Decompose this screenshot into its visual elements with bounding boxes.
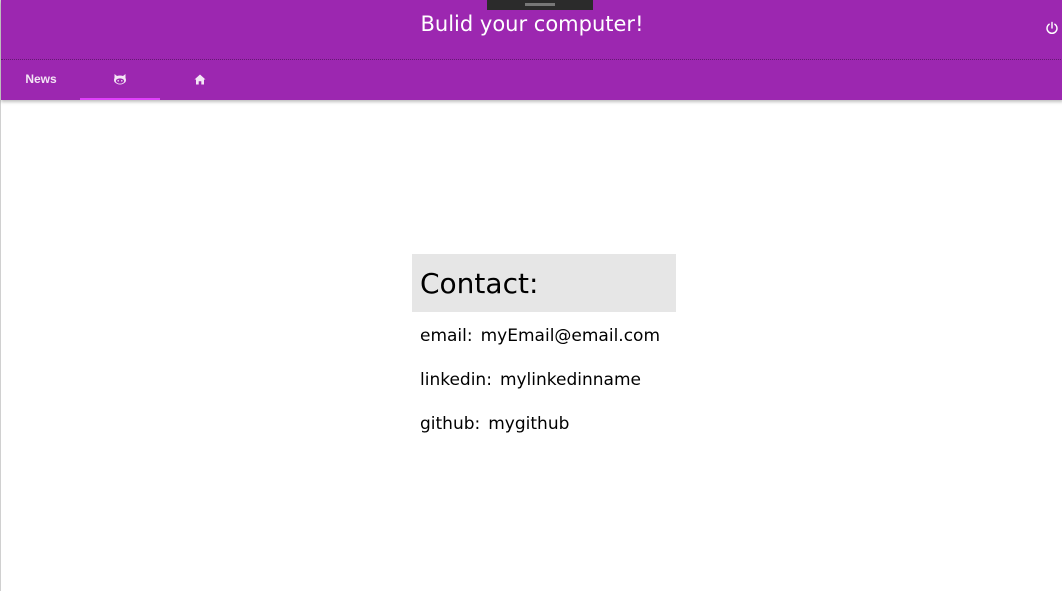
title-bar: Bulid your computer!	[1, 0, 1062, 60]
contact-linkedin: linkedin: mylinkedinname	[420, 358, 676, 402]
github-label: github:	[420, 414, 481, 434]
contact-heading-box: Contact:	[412, 254, 676, 312]
app-header: Bulid your computer! News	[1, 0, 1062, 100]
tab-home[interactable]	[160, 60, 240, 98]
github-value[interactable]: mygithub	[488, 414, 569, 434]
tab-news-label: News	[25, 72, 57, 86]
linkedin-label: linkedin:	[420, 370, 492, 390]
tab-github[interactable]	[80, 60, 160, 100]
tab-bar: News	[1, 60, 1062, 100]
contact-card: Contact: email: myEmail@email.com linkedi…	[412, 254, 676, 446]
email-value[interactable]: myEmail@email.com	[481, 326, 660, 346]
contact-heading: Contact:	[420, 266, 539, 300]
tab-news[interactable]: News	[1, 60, 81, 98]
power-button[interactable]	[1045, 20, 1061, 36]
page-title: Bulid your computer!	[420, 12, 644, 36]
github-icon	[114, 74, 126, 85]
email-label: email:	[420, 326, 473, 346]
contact-email: email: myEmail@email.com	[420, 314, 676, 358]
linkedin-value[interactable]: mylinkedinname	[500, 370, 641, 390]
power-icon	[1046, 21, 1058, 35]
app-window: Bulid your computer! News Contact: email…	[0, 0, 1062, 591]
home-icon	[194, 74, 206, 84]
contact-github: github: mygithub	[420, 402, 676, 446]
